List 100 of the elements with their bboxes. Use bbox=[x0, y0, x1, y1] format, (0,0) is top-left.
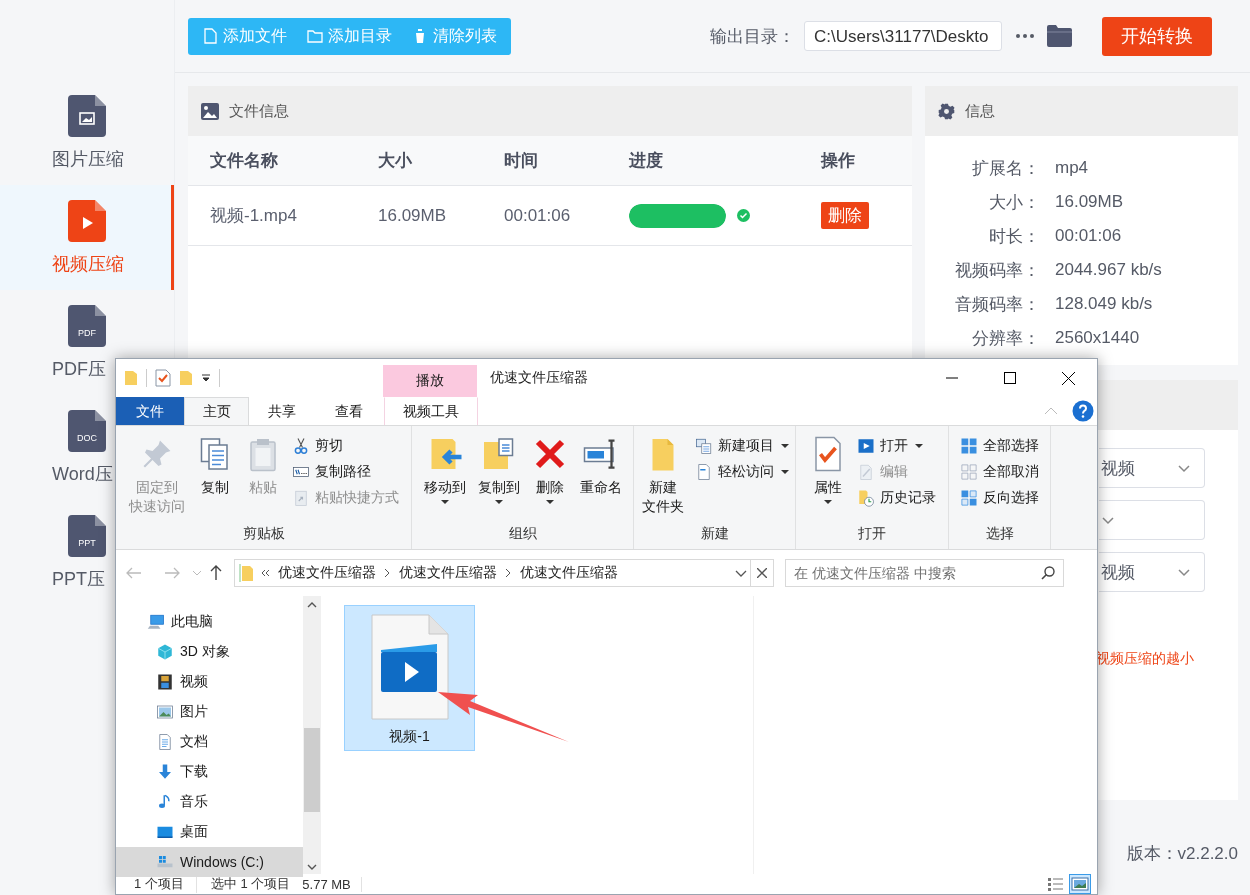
maximize-icon bbox=[1004, 372, 1016, 384]
panel-title: 信息 bbox=[965, 101, 995, 121]
folder-icon[interactable] bbox=[1047, 25, 1072, 47]
dropdown[interactable]: 视频 bbox=[1099, 552, 1205, 592]
ribbon-button[interactable]: 反向选择 bbox=[957, 486, 1042, 509]
nav-item[interactable]: Windows (C:) bbox=[116, 847, 303, 877]
shortcut-icon bbox=[292, 488, 310, 507]
breadcrumb[interactable]: 优速文件压缩器 bbox=[520, 564, 618, 582]
ribbon-button[interactable]: 全部选择 bbox=[957, 434, 1042, 457]
document-icon bbox=[156, 733, 174, 751]
field-value: 16.09MB bbox=[1055, 192, 1125, 212]
grid-icon bbox=[960, 488, 978, 507]
field-label: 分辨率： bbox=[971, 327, 1040, 350]
ribbon-button[interactable]: 轻松访问 bbox=[691, 460, 792, 483]
ribbon-button[interactable]: 复制 bbox=[193, 432, 237, 525]
field-label: 大小： bbox=[988, 191, 1040, 214]
field-label: 视频码率： bbox=[954, 259, 1040, 282]
address-bar[interactable]: 优速文件压缩器 优速文件压缩器 优速文件压缩器 bbox=[234, 559, 752, 587]
search-field[interactable]: 在 优速文件压缩器 中搜索 bbox=[785, 559, 1064, 587]
nav-item[interactable]: 下载 bbox=[116, 757, 303, 787]
column-header: 大小 bbox=[378, 150, 413, 172]
ribbon-button[interactable]: 历史记录 bbox=[853, 486, 939, 509]
nav-item[interactable]: 3D 对象 bbox=[116, 637, 303, 667]
ribbon-button[interactable]: 全部取消 bbox=[957, 460, 1042, 483]
view-button[interactable] bbox=[1069, 874, 1091, 894]
ribbon-button[interactable]: 属性 bbox=[805, 432, 850, 525]
double-chevron-icon[interactable] bbox=[261, 569, 270, 577]
field-value: 2560x1440 bbox=[1055, 328, 1141, 348]
folder-icon bbox=[307, 28, 323, 44]
ribbon-button[interactable]: 重命名 bbox=[575, 432, 626, 525]
picture-icon bbox=[156, 703, 174, 721]
close-icon bbox=[757, 568, 767, 578]
cube-icon bbox=[156, 643, 174, 661]
clear-button[interactable] bbox=[750, 559, 774, 587]
breadcrumb[interactable]: 优速文件压缩器 bbox=[399, 564, 497, 582]
ribbon-button[interactable]: 新建 文件夹 bbox=[637, 432, 688, 525]
minimize-icon bbox=[946, 377, 958, 379]
chevron-down-icon[interactable] bbox=[735, 569, 747, 577]
table-cell-text: 00:01:06 bbox=[504, 205, 572, 226]
image-file-icon bbox=[68, 94, 106, 137]
sidebar-item[interactable]: PPT PPT压 bbox=[0, 500, 109, 605]
ribbon-tab[interactable]: 共享 bbox=[249, 397, 314, 425]
sidebar-item[interactable]: PDF PDF压 bbox=[0, 290, 109, 395]
chevron-right-icon bbox=[384, 568, 391, 578]
ribbon-tab[interactable]: 文件 bbox=[116, 397, 184, 425]
help-icon[interactable] bbox=[1072, 400, 1094, 422]
file-icon bbox=[68, 304, 106, 347]
file-icon bbox=[68, 514, 106, 557]
ribbon-button[interactable]: 复制到 bbox=[473, 432, 524, 525]
file-item[interactable]: 视频-1 bbox=[344, 605, 475, 751]
table-cell-text: 视频-1.mp4 bbox=[210, 205, 298, 227]
sidebar-item[interactable]: DOC Word压 bbox=[0, 395, 116, 500]
delete-button[interactable]: 删除 bbox=[821, 202, 869, 229]
nav-item[interactable]: 图片 bbox=[116, 697, 303, 727]
checklist-icon[interactable] bbox=[155, 369, 171, 387]
nav-item[interactable]: 文档 bbox=[116, 727, 303, 757]
ribbon-button[interactable]: 打开 bbox=[853, 434, 939, 457]
nav-item[interactable]: 此电脑 bbox=[116, 607, 303, 637]
ribbon-button[interactable]: 新建项目 bbox=[691, 434, 792, 457]
more-icon[interactable] bbox=[1016, 34, 1034, 38]
file-name: 视频-1 bbox=[389, 728, 430, 746]
sidebar-item[interactable]: 图片压缩 bbox=[0, 80, 127, 185]
ribbon-button[interactable]: 剪切 bbox=[289, 434, 402, 457]
icon-label: PPT bbox=[77, 537, 97, 548]
nav-item[interactable]: 音乐 bbox=[116, 787, 303, 817]
start-button[interactable]: 开始转换 bbox=[1102, 16, 1212, 56]
nav-item[interactable]: 视频 bbox=[116, 667, 303, 697]
field-value: mp4 bbox=[1055, 158, 1090, 178]
ribbon-button[interactable]: 复制路径 bbox=[289, 460, 402, 483]
computer-icon bbox=[147, 613, 165, 631]
sidebar-item[interactable]: 视频压缩 bbox=[0, 185, 174, 290]
folder-icon bbox=[239, 564, 253, 582]
version-text: 版本：v2.2.2.0 bbox=[1125, 843, 1238, 865]
scroll-up-icon[interactable] bbox=[307, 602, 317, 608]
dropdown-icon[interactable] bbox=[201, 374, 211, 382]
ribbon-button[interactable]: 删除 bbox=[527, 432, 572, 525]
ribbon-tab[interactable]: 查看 bbox=[314, 397, 384, 425]
path-field[interactable]: C:\Users\31177\Deskto bbox=[804, 21, 1002, 51]
close-icon bbox=[1061, 371, 1075, 385]
status-text: 选中 1 个项目 bbox=[209, 875, 291, 893]
dropdown[interactable]: 视频 bbox=[1099, 448, 1205, 488]
group-label: 新建 bbox=[699, 525, 730, 543]
scroll-down-icon[interactable] bbox=[307, 864, 317, 870]
icon-label: PDF bbox=[77, 327, 97, 338]
ribbon-tab[interactable]: 主页 bbox=[184, 397, 249, 425]
settings-icon bbox=[938, 102, 955, 120]
download-icon bbox=[156, 763, 174, 781]
column-header: 操作 bbox=[821, 150, 856, 172]
field-value: 00:01:06 bbox=[1055, 226, 1123, 246]
up-arrow-icon[interactable] bbox=[210, 565, 222, 581]
group-label: 组织 bbox=[507, 525, 538, 543]
scrollbar[interactable] bbox=[303, 596, 321, 874]
column-header: 文件名称 bbox=[210, 150, 279, 172]
panel-title: 文件信息 bbox=[229, 101, 289, 121]
ribbon-button[interactable]: 移动到 bbox=[419, 432, 470, 525]
nav-item[interactable]: 桌面 bbox=[116, 817, 303, 847]
breadcrumb[interactable]: 优速文件压缩器 bbox=[278, 564, 376, 582]
new-item-icon bbox=[694, 436, 713, 455]
field-label: 时长： bbox=[988, 225, 1040, 248]
status-text: 1 个项目 bbox=[134, 875, 197, 893]
